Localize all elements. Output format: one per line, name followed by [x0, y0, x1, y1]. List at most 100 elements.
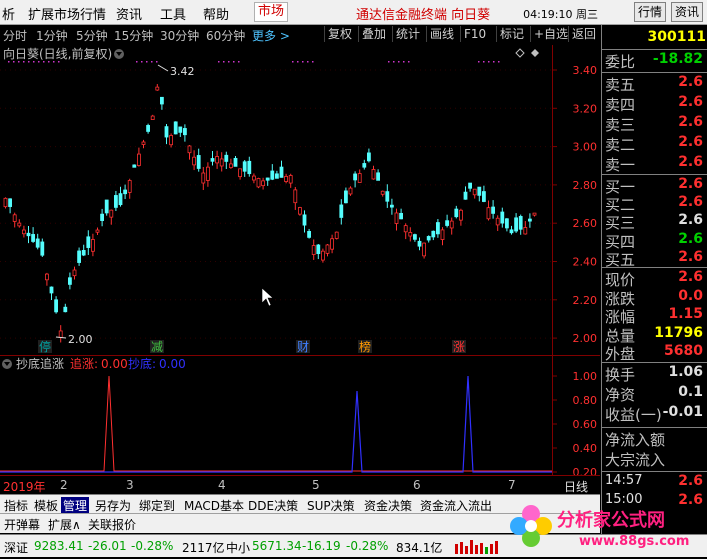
candle-body — [371, 169, 376, 180]
period-tab-30min[interactable]: 30分钟 — [160, 27, 199, 44]
market-button[interactable]: 市场 — [254, 2, 289, 22]
marker-dot — [18, 61, 20, 63]
news-button[interactable]: 资讯 — [671, 2, 704, 22]
quote-stat2-value: 0.1 — [678, 384, 703, 400]
axis-month-6: 6 — [413, 478, 421, 492]
tab-bind-to[interactable]: 绑定到 — [137, 497, 177, 514]
period-tab-1min[interactable]: 1分钟 — [36, 27, 68, 44]
marker-dot — [218, 61, 220, 63]
candle-body — [63, 306, 68, 313]
period-tab-5min[interactable]: 5分钟 — [76, 27, 108, 44]
tab-template[interactable]: 模板 — [32, 497, 60, 514]
zx-index-value: 5671.34 — [252, 539, 302, 553]
candle-body — [261, 180, 266, 187]
candle-body — [86, 236, 91, 248]
f10-button[interactable]: F10 — [460, 26, 489, 42]
axis-month-2: 2 — [60, 478, 68, 492]
candle-body — [307, 231, 312, 238]
related-quote-tab[interactable]: 关联报价 — [86, 516, 138, 533]
menu-item-tools[interactable]: 工具 — [160, 4, 186, 23]
back-button[interactable]: 返回 — [568, 26, 599, 42]
add-watchlist-button[interactable]: +自选 — [530, 26, 571, 42]
tab-manage[interactable]: 管理 — [61, 497, 90, 514]
period-tab-timeshare[interactable]: 分时 — [3, 27, 27, 44]
indicator-axis-label: 0.80 — [573, 394, 598, 407]
marker-dot — [483, 61, 485, 63]
adjust-button[interactable]: 复权 — [324, 26, 355, 42]
extend-toggle[interactable]: 扩展∧ — [46, 516, 83, 533]
candle-body — [123, 189, 127, 195]
candle-body — [104, 199, 109, 214]
tab-capital-decision[interactable]: 资金决策 — [362, 497, 414, 514]
price-axis-label: 2.20 — [573, 294, 598, 307]
period-label[interactable]: 日线 — [564, 478, 588, 495]
period-tab-15min[interactable]: 15分钟 — [114, 27, 153, 44]
quote-stat: 现价 2.6 — [605, 269, 705, 289]
tab-save-as[interactable]: 另存为 — [93, 497, 133, 514]
diamond-icon[interactable] — [515, 48, 525, 58]
candle-body — [54, 299, 58, 313]
kline-chart[interactable]: 向日葵(日线,前复权) 3.40 3.20 3.00 2.80 2.60 2.40 2.20… — [0, 45, 600, 355]
tab-macd[interactable]: MACD基本 — [182, 497, 246, 514]
menu-item-help[interactable]: 帮助 — [203, 4, 229, 23]
period-tab-60min[interactable]: 60分钟 — [206, 27, 245, 44]
sell-level-label: 卖五 — [605, 76, 636, 94]
candle-body — [201, 172, 206, 184]
candle-body — [454, 208, 459, 218]
axis-year: 2019年 — [3, 480, 46, 494]
price-axis-label: 2.40 — [573, 256, 598, 269]
zx-index-name[interactable]: 中小 — [226, 539, 250, 556]
more-periods-button[interactable]: 更多 > — [252, 27, 290, 44]
marker-dot — [156, 61, 158, 63]
tab-indicator[interactable]: 指标 — [2, 497, 30, 514]
sell-level-label: 卖四 — [605, 96, 636, 114]
marker-dot — [498, 61, 500, 63]
indicator-chart[interactable]: 抄底追涨 追涨: 0.00 抄底: 0.00 1.00 0.80 0.60 0.40 0… — [0, 355, 600, 479]
menu-item-xi[interactable]: 析 — [2, 4, 15, 23]
candle-body — [91, 239, 95, 252]
candle-body — [270, 170, 275, 180]
candle-body — [339, 204, 344, 218]
mark-button[interactable]: 标记 — [496, 26, 527, 42]
candle-body — [412, 234, 417, 240]
event-marker[interactable]: 榜 — [359, 339, 371, 354]
candle-body — [150, 115, 155, 120]
sz-index-name[interactable]: 深证 — [4, 539, 28, 556]
tab-sup[interactable]: SUP决策 — [305, 497, 357, 514]
candle-body — [141, 141, 146, 145]
tick-row: 14:57 2.6 — [605, 473, 703, 489]
event-marker[interactable]: 停 — [39, 339, 51, 354]
sell-level-label: 卖一 — [605, 156, 636, 174]
quote-button[interactable]: 行情 — [634, 2, 667, 22]
marker-dot — [478, 61, 480, 63]
chart-title: 向日葵(日线,前复权) — [3, 46, 112, 61]
danmaku-toggle[interactable]: 开弹幕 — [2, 516, 42, 533]
stats-button[interactable]: 统计 — [392, 26, 423, 42]
brand-watermark: 分析家公式网 www.88gs.com — [505, 500, 707, 556]
quote-stat: 涨幅 1.15 — [605, 306, 705, 326]
ad-banner-text[interactable]: 通达信金融终端 向日葵 — [356, 4, 490, 23]
menu-item-extended-market[interactable]: 扩展市场行情 — [28, 4, 106, 23]
candle-body — [477, 186, 482, 196]
menu-item-news[interactable]: 资讯 — [116, 4, 142, 23]
menu-bar: 析 扩展市场行情 资讯 工具 帮助 市场 通达信金融终端 向日葵 04:19:1… — [0, 0, 707, 25]
event-marker[interactable]: 财 — [297, 340, 309, 354]
event-marker[interactable]: 涨 — [453, 339, 465, 354]
tab-dde[interactable]: DDE决策 — [246, 497, 300, 514]
quote-stat2-label: 收益(一) — [605, 406, 662, 424]
draw-line-button[interactable]: 画线 — [426, 26, 457, 42]
candle-body — [210, 158, 215, 162]
candle-body — [21, 229, 26, 235]
volume-mini-bars — [455, 540, 498, 554]
overlay-button[interactable]: 叠加 — [358, 26, 389, 42]
indicator-name: 抄底追涨 — [16, 356, 64, 371]
diamond-filled-icon[interactable] — [531, 49, 539, 57]
marker-dot — [146, 61, 148, 63]
candle-body — [109, 209, 114, 218]
event-marker[interactable]: 减 — [151, 340, 163, 354]
sell-level-value: 2.6 — [678, 114, 703, 130]
block-inflow-row: 大宗流入 — [605, 451, 666, 469]
tab-capital-flow[interactable]: 资金流入流出 — [418, 497, 494, 514]
buy-level-value: 2.6 — [678, 194, 703, 211]
quote-stat2-label: 净资 — [605, 386, 636, 404]
